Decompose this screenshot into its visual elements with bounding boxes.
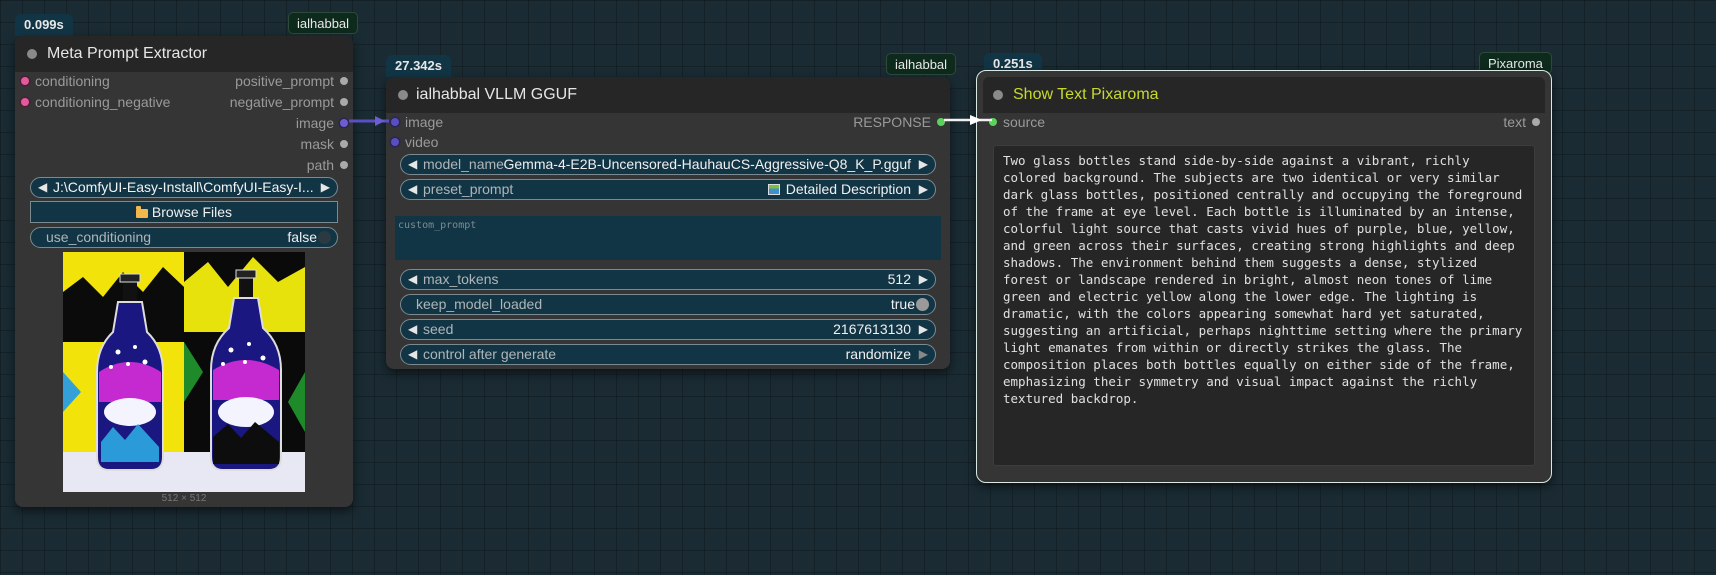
preset-value-wrap: Detailed Description: [767, 180, 911, 199]
node-author-badge: ialhabbal: [886, 53, 957, 75]
arrow-right-icon[interactable]: ▶: [919, 270, 928, 289]
node-time-badge: 27.342s: [386, 55, 451, 77]
input-slot-conditioning[interactable]: conditioning: [21, 72, 110, 90]
widget-value: true: [890, 296, 915, 312]
slot-label: negative_prompt: [229, 94, 334, 110]
browse-files-button[interactable]: Browse Files: [30, 201, 338, 223]
input-slot-video[interactable]: video: [391, 133, 438, 151]
use-conditioning-toggle[interactable]: use_conditioning false: [30, 227, 338, 248]
slot-label: path: [306, 157, 334, 173]
widget-value: randomize: [845, 346, 911, 362]
widget-value: 2167613130: [833, 321, 911, 337]
widget-value: false: [287, 229, 317, 245]
folder-icon: [135, 206, 148, 218]
slot-dot-icon[interactable]: [340, 98, 348, 106]
slot-label: positive_prompt: [235, 73, 334, 89]
output-slot-negative-prompt[interactable]: negative_prompt: [230, 93, 348, 111]
arrow-left-icon[interactable]: ◀: [408, 320, 417, 339]
collapse-dot-icon[interactable]: [993, 90, 1003, 100]
text-output-area[interactable]: Two glass bottles stand side-by-side aga…: [993, 145, 1535, 466]
output-slot-positive-prompt[interactable]: positive_prompt: [235, 72, 348, 90]
output-slot-response[interactable]: RESPONSE: [853, 113, 945, 131]
arrow-left-icon[interactable]: ◀: [408, 270, 417, 289]
widget-label: use_conditioning: [46, 229, 152, 245]
input-slot-conditioning-negative[interactable]: conditioning_negative: [21, 93, 170, 111]
arrow-right-icon[interactable]: ▶: [919, 345, 928, 364]
slot-dot-icon[interactable]: [21, 77, 29, 85]
preview-image: [63, 252, 305, 492]
node-author-badge: ialhabbal: [288, 12, 359, 34]
path-combo-widget[interactable]: ◀ J:\ComfyUI-Easy-Install\ComfyUI-Easy-I…: [30, 177, 338, 198]
browse-label: Browse Files: [151, 204, 233, 220]
output-slot-text[interactable]: text: [1503, 113, 1540, 131]
node-title: ialhabbal VLLM GGUF: [416, 86, 577, 103]
slot-label: video: [405, 134, 439, 150]
image-size-label: 512 × 512: [161, 493, 207, 504]
control-after-generate-combo[interactable]: ◀ control after generate randomize ▶: [400, 344, 936, 365]
widget-label: keep_model_loaded: [416, 296, 543, 312]
slot-dot-icon[interactable]: [340, 161, 348, 169]
slot-label: mask: [300, 136, 334, 152]
output-slot-path[interactable]: path: [307, 156, 348, 174]
seed-number[interactable]: ◀ seed 2167613130 ▶: [400, 319, 936, 340]
slot-label: image: [405, 114, 444, 130]
arrow-right-icon[interactable]: ▶: [321, 178, 330, 197]
slot-label: image: [295, 115, 334, 131]
slot-label: source: [1003, 114, 1046, 130]
output-slot-image[interactable]: image: [296, 114, 348, 132]
node-title: Show Text Pixaroma: [1013, 86, 1159, 103]
toggle-on-icon[interactable]: [916, 298, 929, 311]
node-header[interactable]: Meta Prompt Extractor: [15, 36, 353, 72]
widget-label: preset_prompt: [423, 181, 514, 197]
arrow-left-icon[interactable]: ◀: [408, 345, 417, 364]
slot-dot-icon[interactable]: [1532, 118, 1540, 126]
custom-prompt-textarea[interactable]: custom_prompt: [395, 216, 941, 260]
arrow-right-icon[interactable]: ▶: [919, 180, 928, 199]
meta-prompt-extractor-node[interactable]: Meta Prompt Extractor conditioning condi…: [15, 36, 353, 507]
widget-label: max_tokens: [423, 271, 499, 287]
picture-icon: [767, 184, 780, 195]
textarea-placeholder: custom_prompt: [398, 220, 477, 231]
collapse-dot-icon[interactable]: [398, 90, 408, 100]
arrow-left-icon[interactable]: ◀: [408, 180, 417, 199]
node-header[interactable]: ialhabbal VLLM GGUF: [386, 77, 950, 113]
arrow-left-icon[interactable]: ◀: [408, 155, 417, 174]
slot-dot-icon[interactable]: [21, 98, 29, 106]
path-value: J:\ComfyUI-Easy-Install\ComfyUI-Easy-I..…: [53, 179, 314, 195]
collapse-dot-icon[interactable]: [27, 49, 37, 59]
image-wire: [349, 116, 389, 126]
input-slot-image[interactable]: image: [391, 113, 443, 131]
max-tokens-number[interactable]: ◀ max_tokens 512 ▶: [400, 269, 936, 290]
show-text-pixaroma-node[interactable]: Show Text Pixaroma source text Two glass…: [976, 70, 1552, 483]
vllm-gguf-node[interactable]: ialhabbal VLLM GGUF image video RESPONSE…: [386, 77, 950, 369]
widget-label: control after generate: [423, 346, 557, 362]
slot-label: conditioning_negative: [35, 94, 171, 110]
widget-value: Detailed Description: [785, 181, 911, 197]
widget-label: seed: [423, 321, 454, 337]
node-title: Meta Prompt Extractor: [47, 45, 208, 62]
slot-dot-icon[interactable]: [391, 138, 399, 146]
widget-value: 512: [887, 271, 911, 287]
arrow-right-icon[interactable]: ▶: [919, 155, 928, 174]
response-wire: [944, 115, 992, 125]
widget-value: Gemma-4-E2B-Uncensored-HauhauCS-Aggressi…: [503, 156, 912, 172]
slot-dot-icon[interactable]: [340, 140, 348, 148]
model-name-combo[interactable]: ◀ model_name Gemma-4-E2B-Uncensored-Hauh…: [400, 154, 936, 175]
arrow-right-icon[interactable]: ▶: [919, 320, 928, 339]
preset-prompt-combo[interactable]: ◀ preset_prompt Detailed Description ▶: [400, 179, 936, 200]
node-header[interactable]: Show Text Pixaroma: [983, 77, 1545, 113]
node-time-badge: 0.099s: [15, 14, 73, 36]
slot-label: RESPONSE: [853, 114, 931, 130]
slot-label: conditioning: [35, 73, 110, 89]
widget-label: model_name: [423, 156, 504, 172]
keep-model-loaded-toggle[interactable]: keep_model_loaded true: [400, 294, 936, 315]
slot-label: text: [1503, 114, 1526, 130]
slot-dot-icon[interactable]: [340, 77, 348, 85]
output-slot-mask[interactable]: mask: [301, 135, 348, 153]
arrow-left-icon[interactable]: ◀: [38, 178, 47, 197]
toggle-off-icon[interactable]: [318, 231, 331, 244]
